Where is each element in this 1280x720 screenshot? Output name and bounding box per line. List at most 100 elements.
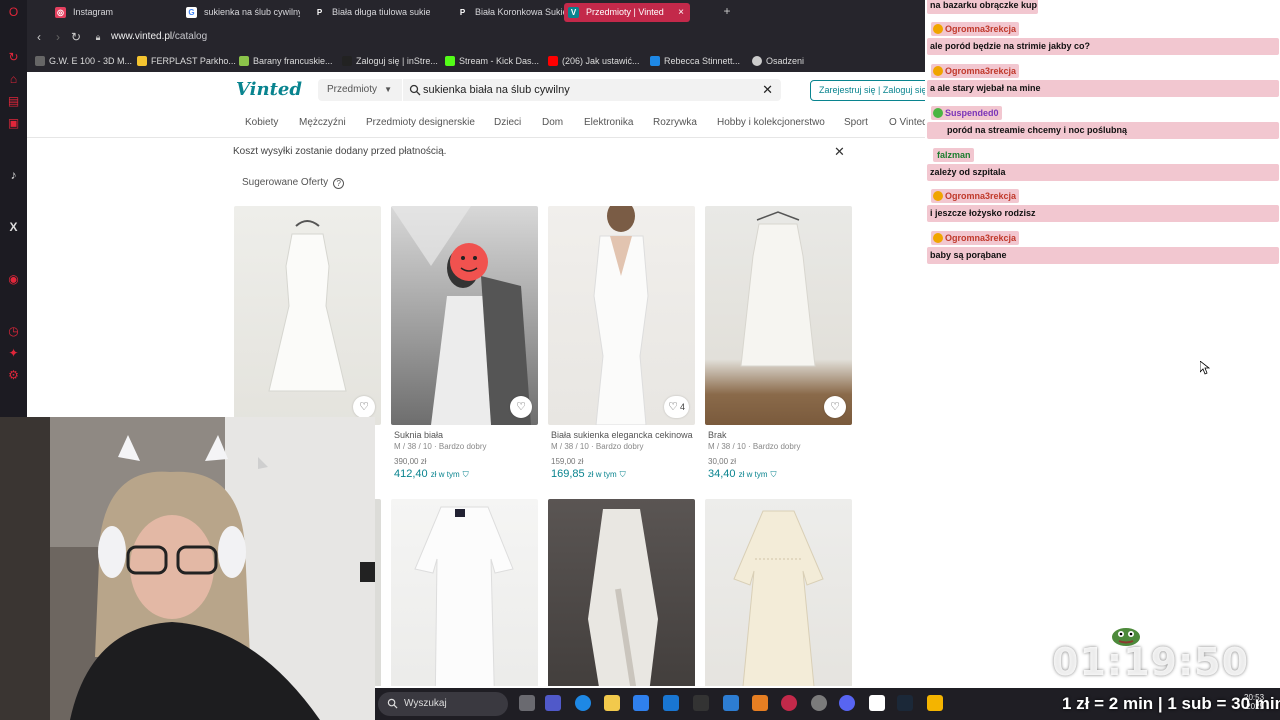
chat-message: ale poród będzie na strimie jakby co? (927, 38, 1279, 55)
tab-pinterest-2[interactable]: P Biała Koronkowa Sukienk (453, 3, 568, 22)
new-tab-icon[interactable]: + (721, 5, 733, 17)
close-tab-icon[interactable]: × (678, 3, 684, 22)
product-photo[interactable]: ♡ 4 (548, 206, 695, 425)
product-photo[interactable] (705, 499, 852, 686)
edge-icon[interactable] (575, 695, 591, 711)
tab-strip-icon[interactable] (33, 3, 41, 22)
opera-icon[interactable] (781, 695, 797, 711)
clock-icon[interactable]: ◷ (6, 324, 21, 339)
product-card[interactable]: ♡ (234, 206, 381, 425)
product-photo[interactable]: ♡ (391, 206, 538, 425)
help-icon[interactable]: ? (333, 178, 345, 189)
favorite-button[interactable]: ♡ (353, 396, 375, 418)
tiktok-icon[interactable]: ♪ (6, 168, 21, 183)
teams-icon[interactable] (545, 695, 561, 711)
webcam-feed (0, 417, 375, 720)
bookmark-item[interactable]: Zaloguj się | inStre... (342, 54, 438, 68)
history-icon[interactable]: ↻ (6, 50, 21, 65)
nav-item-designerskie[interactable]: Przedmioty designerskie (366, 117, 475, 128)
product-title[interactable]: Biała sukienka elegancka cekinowa (551, 430, 695, 440)
nav-item-elektronika[interactable]: Elektronika (584, 117, 633, 128)
obs-icon[interactable] (811, 695, 827, 711)
tab-google-search[interactable]: G sukienka na ślub cywilny (182, 3, 300, 22)
product-card[interactable] (391, 499, 538, 686)
mail-icon[interactable] (663, 695, 679, 711)
extensions-icon[interactable]: ✦ (6, 346, 21, 361)
shop-icon[interactable]: ⌂ (6, 72, 21, 87)
product-card[interactable] (705, 499, 852, 686)
bookmark-item[interactable]: Osadzeni (752, 54, 804, 68)
product-title[interactable]: Brak (708, 430, 852, 440)
product-title[interactable]: Suknia biała (394, 430, 538, 440)
tab-vinted[interactable]: V Przedmioty | Vinted × (564, 3, 690, 22)
nav-item-kobiety[interactable]: Kobiety (245, 117, 278, 128)
bookmark-label: Rebecca Stinnett... (664, 56, 741, 66)
mouse-cursor-icon (1200, 361, 1210, 375)
bookmark-item[interactable]: (206) Jak ustawić... (548, 54, 640, 68)
opera-logo-icon[interactable]: O (6, 5, 21, 20)
register-login-button[interactable]: Zarejestruj się | Zaloguj się (810, 80, 925, 101)
tab-pinterest-1[interactable]: P Biała długa tiulowa sukien (310, 3, 430, 22)
product-card[interactable] (548, 499, 695, 686)
task-view-icon[interactable] (519, 695, 535, 711)
music-icon[interactable]: ◉ (6, 272, 21, 287)
nav-item-dom[interactable]: Dom (542, 117, 563, 128)
product-photo[interactable]: ♡ (705, 206, 852, 425)
app-icon[interactable] (723, 695, 739, 711)
subathon-timer: 01:19:50 (1052, 640, 1250, 684)
settings-icon[interactable]: ⚙ (6, 368, 21, 383)
close-icon[interactable]: ✕ (834, 144, 845, 160)
nav-item-mezczyzni[interactable]: Mężczyźni (299, 117, 346, 128)
shield-icon: ⛉ (770, 470, 777, 479)
nav-item-o-vinted[interactable]: O Vinted (889, 117, 925, 128)
x-icon[interactable]: X (6, 220, 21, 235)
bookmark-item[interactable]: Barany francuskie... (239, 54, 333, 68)
product-photo[interactable] (391, 499, 538, 686)
store-icon[interactable] (633, 695, 649, 711)
incl-label: zł w tym (587, 470, 617, 479)
vinted-logo[interactable]: Vinted (236, 79, 302, 100)
product-total: 34,40 zł w tym ⛉ (708, 468, 852, 480)
reload-icon[interactable]: ↻ (69, 30, 83, 44)
tab-instagram[interactable]: ◎ Instagram (51, 3, 171, 22)
nav-item-dzieci[interactable]: Dzieci (494, 117, 521, 128)
capcut-icon[interactable] (693, 695, 709, 711)
clear-search-icon[interactable]: ✕ (762, 82, 773, 98)
discord-icon[interactable] (839, 695, 855, 711)
chat-message: i jeszcze łożysko rodzisz (927, 205, 1279, 222)
favorite-button[interactable]: ♡ 4 (664, 396, 689, 418)
product-price: 390,00 zł (394, 457, 427, 466)
search-input[interactable] (423, 79, 753, 101)
steam-icon[interactable] (897, 695, 913, 711)
favorite-button[interactable]: ♡ (510, 396, 532, 418)
nav-item-rozrywka[interactable]: Rozrywka (653, 117, 697, 128)
back-icon[interactable]: ‹ (32, 30, 46, 44)
app-icon[interactable] (927, 695, 943, 711)
bookmark-item[interactable]: G.W. E 100 - 3D M... (35, 54, 132, 68)
bookmark-item[interactable]: Stream - Kick Das... (445, 54, 539, 68)
file-explorer-icon[interactable] (604, 695, 620, 711)
taskbar-search[interactable]: Wyszukaj (378, 692, 508, 716)
product-card[interactable]: ♡ Brak M / 38 / 10 · Bardzo dobry 30,00 … (705, 206, 852, 480)
product-card[interactable]: ♡ 4 Biała sukienka elegancka cekinowa M /… (548, 206, 695, 480)
app-icon[interactable] (869, 695, 885, 711)
category-select[interactable]: Przedmioty ▼ (318, 79, 402, 101)
product-photo[interactable]: ♡ (234, 206, 381, 425)
nav-item-sport[interactable]: Sport (844, 117, 868, 128)
page-icon: P (316, 8, 323, 17)
favorite-button[interactable]: ♡ (824, 396, 846, 418)
product-photo[interactable] (548, 499, 695, 686)
nav-item-hobby[interactable]: Hobby i kolekcjonerstwo (717, 117, 825, 128)
bookmark-icon (752, 56, 762, 66)
app-icon[interactable] (752, 695, 768, 711)
clock-time: 20:53 (1244, 693, 1265, 702)
shield-icon: ⛉ (462, 470, 469, 479)
bookmark-item[interactable]: FERPLAST Parkho... (137, 54, 236, 68)
url-field[interactable]: www.vinted.pl/catalog (111, 30, 207, 44)
messenger-icon[interactable]: ▤ (6, 94, 21, 109)
forward-icon[interactable]: › (51, 30, 65, 44)
tab-bar: ◎ Instagram G sukienka na ślub cywilny P… (27, 0, 925, 24)
product-card[interactable]: ♡ Suknia biała M / 38 / 10 · Bardzo dobr… (391, 206, 538, 480)
bookmark-item[interactable]: Rebecca Stinnett... (650, 54, 740, 68)
whatsapp-icon[interactable]: ▣ (6, 116, 21, 131)
